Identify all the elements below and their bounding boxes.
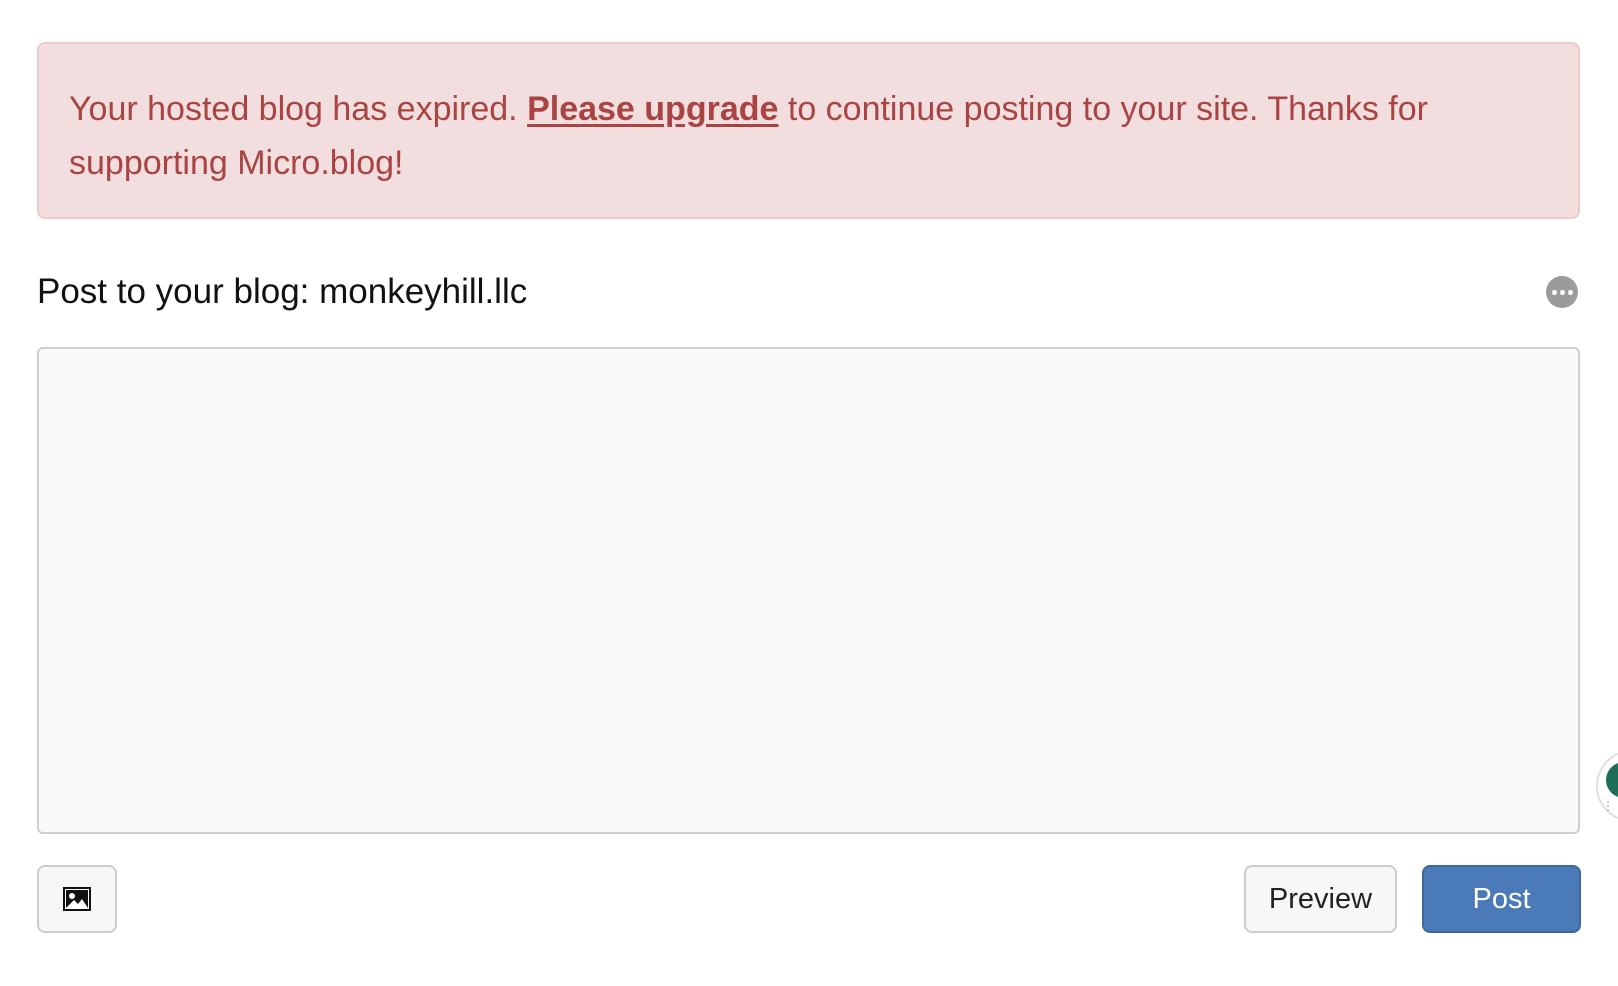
floating-assistant-widget[interactable]: ⋮⋮ xyxy=(1596,750,1618,822)
image-icon xyxy=(63,887,91,911)
more-options-button[interactable] xyxy=(1546,276,1578,308)
more-options-icon-dot xyxy=(1559,289,1565,295)
assistant-avatar-icon xyxy=(1606,762,1618,798)
post-editor[interactable] xyxy=(37,347,1580,834)
compose-page: Your hosted blog has expired. Please upg… xyxy=(0,0,1618,986)
drag-handle-icon[interactable]: ⋮⋮ xyxy=(1602,800,1618,812)
post-header: Post to your blog: monkeyhill.llc xyxy=(37,268,1580,318)
alert-text-before: Your hosted blog has expired. xyxy=(69,90,528,128)
more-options-icon-dot xyxy=(1567,289,1573,295)
post-title-label: Post to your blog: xyxy=(37,272,320,311)
more-options-icon xyxy=(1551,289,1557,295)
add-image-button[interactable] xyxy=(37,865,117,933)
blog-name: monkeyhill.llc xyxy=(319,272,528,311)
expired-alert: Your hosted blog has expired. Please upg… xyxy=(37,42,1580,219)
post-title: Post to your blog: monkeyhill.llc xyxy=(37,272,527,312)
upgrade-link[interactable]: Please upgrade xyxy=(527,90,778,128)
preview-button[interactable]: Preview xyxy=(1244,865,1397,933)
post-button[interactable]: Post xyxy=(1422,865,1581,933)
